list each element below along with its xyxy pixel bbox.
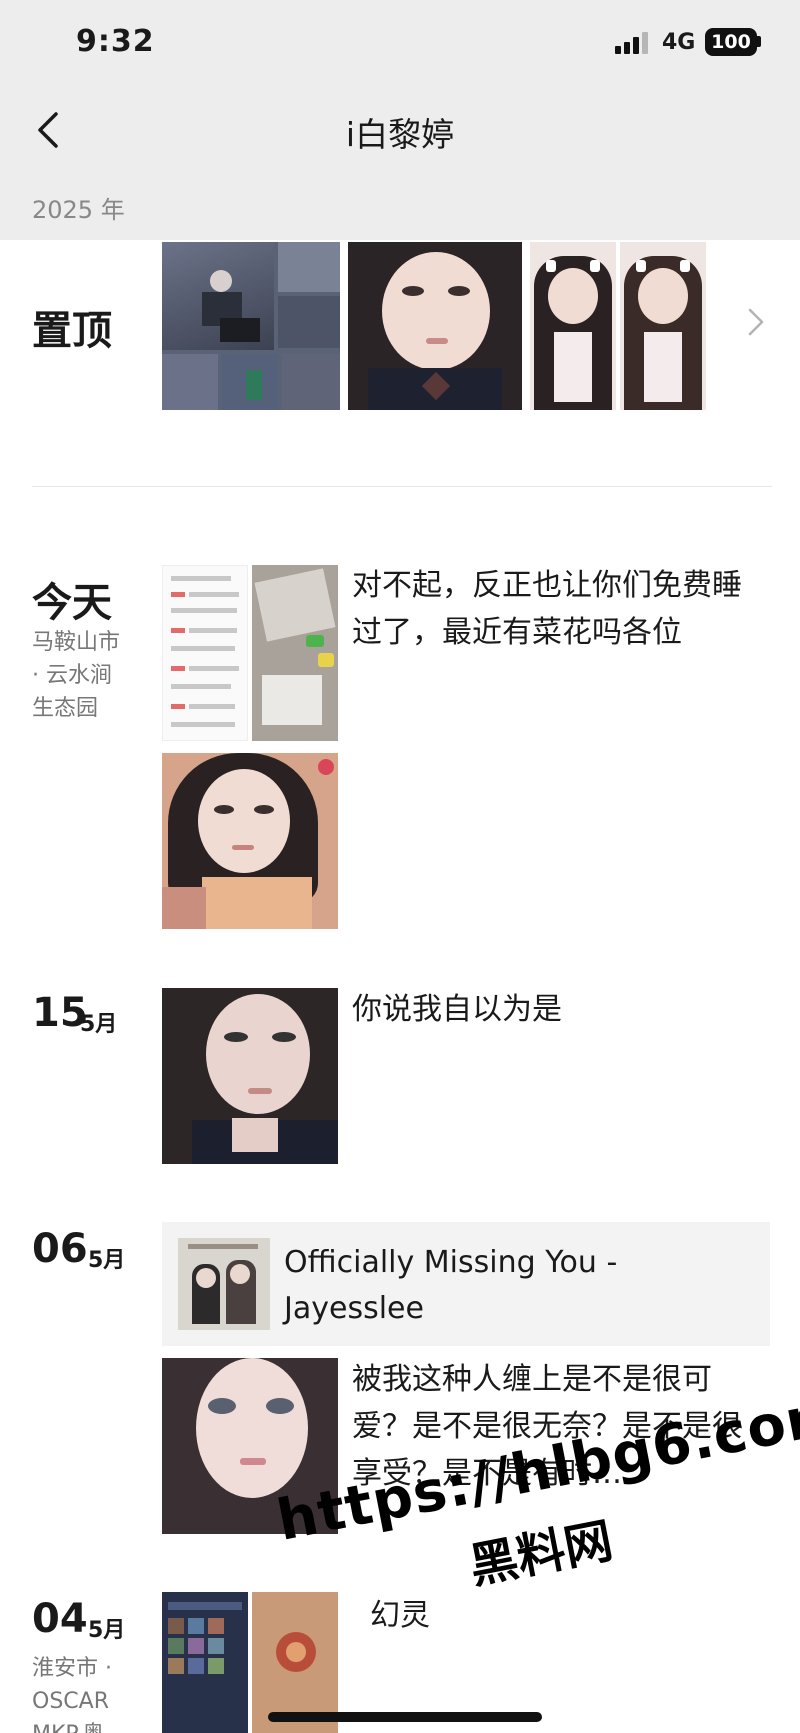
- post-location: 马鞍山市 · 云水涧生态园: [32, 630, 121, 721]
- post-thumbnail-portrait[interactable]: [162, 1358, 338, 1534]
- status-time: 9:32: [76, 24, 155, 59]
- post-text[interactable]: 你说我自以为是: [352, 986, 752, 1033]
- album-cover: [178, 1238, 270, 1330]
- pinned-label: 置顶: [32, 308, 112, 354]
- year-label: 2025 年: [32, 196, 125, 224]
- post-thumbnail-desk[interactable]: [252, 565, 338, 741]
- post-thumbnail-portrait[interactable]: [162, 753, 338, 929]
- section-divider: [32, 486, 772, 487]
- post-location: 淮安市 · OSCAR MKP.奥: [32, 1656, 112, 1733]
- post-month: 5月: [88, 1618, 126, 1643]
- year-header: 2025 年: [0, 170, 800, 240]
- pinned-thumbnail-selfie[interactable]: [530, 242, 616, 410]
- post-thumbnail-game[interactable]: [162, 1592, 248, 1733]
- signal-icon: [615, 32, 651, 54]
- post-month: 5月: [88, 1248, 126, 1273]
- status-bar: 9:32 4G 100: [0, 0, 800, 90]
- post-text[interactable]: 被我这种人缠上是不是很可爱？是不是很无奈？是不是很享受？是不是有时…: [352, 1356, 752, 1497]
- post-day: 04: [32, 1596, 88, 1642]
- post-month: 5月: [80, 1012, 118, 1037]
- pinned-thumbnail-portrait[interactable]: [348, 242, 522, 410]
- pinned-thumbnail-collage[interactable]: [162, 242, 340, 410]
- network-type: 4G: [662, 30, 696, 55]
- post-date: 今天: [32, 580, 112, 626]
- page-title: i白黎婷: [345, 115, 455, 154]
- post-thumbnail-portrait[interactable]: [162, 988, 338, 1164]
- nav-bar: i白黎婷: [0, 90, 800, 170]
- battery-icon: 100: [705, 28, 757, 56]
- music-title: Officially Missing You - Jayesslee: [284, 1245, 618, 1326]
- watermark-label: 黑料网: [465, 1512, 618, 1596]
- post-text[interactable]: 对不起，反正也让你们免费睡过了，最近有菜花吗各位: [352, 562, 752, 656]
- post-thumbnail-screenshot[interactable]: [162, 565, 248, 741]
- post-text[interactable]: 幻灵: [370, 1592, 770, 1639]
- post-day: 06: [32, 1226, 88, 1272]
- music-card[interactable]: Officially Missing You - Jayesslee: [162, 1222, 770, 1346]
- chevron-right-icon[interactable]: [744, 306, 768, 338]
- battery-tip: [757, 36, 761, 47]
- home-indicator[interactable]: [268, 1712, 542, 1722]
- pinned-thumbnail-selfie-2[interactable]: [620, 242, 706, 410]
